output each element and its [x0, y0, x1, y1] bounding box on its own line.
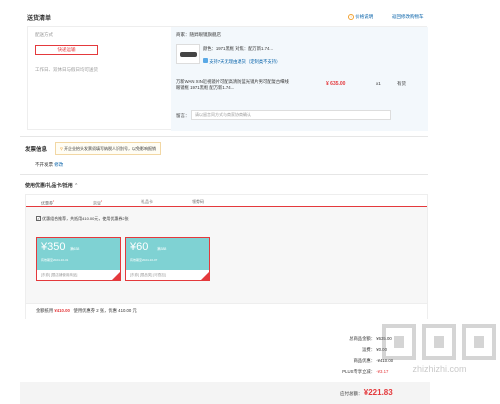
tab-code[interactable]: 领劵码 — [192, 199, 204, 205]
coupon-condition: 满388 — [157, 247, 167, 251]
coupon-amount: ¥60 — [130, 241, 149, 253]
back-cart-link[interactable]: 返回修改购物车 — [392, 14, 424, 20]
chevron-up-icon: ⌃ — [74, 183, 79, 189]
coupon-card[interactable]: ¥350 满638 有效期至2024-10-31 [东券] [限店铺使用商品] — [36, 237, 121, 281]
product-stock: 有货 — [397, 81, 406, 86]
delivery-method-button[interactable]: 快递运输 — [35, 45, 98, 55]
coupon-date: 有效期至2024-10-31 — [41, 258, 69, 262]
discount-panel: 优惠券• 京豆• 礼品卡 领劵码 ✓ 优惠组合推荐，共抵用410.00元，使用优… — [25, 194, 428, 319]
pin-icon: ⚲ — [60, 146, 63, 151]
delivery-method-label: 配送方式 — [35, 32, 53, 37]
coupon-date: 有效期至2024-10-07 — [130, 258, 158, 262]
invoice-title: 发票信息 — [25, 147, 48, 153]
product-price: ¥ 635.00 — [326, 81, 346, 87]
selected-corner-icon — [112, 272, 120, 280]
coupon-card[interactable]: ¥60 满388 有效期至2024-10-07 [东券] [限品类] [可叠加] — [125, 237, 210, 281]
delivery-time: 工作日、双休日与假日均可送货 — [35, 67, 98, 72]
coupon-scope: [东券] [限品类] [可叠加] — [130, 273, 166, 277]
tab-coupon[interactable]: 优惠券• — [41, 199, 54, 206]
product-name[interactable]: 万新WAN XIN近视镜片可配高清防蓝光镜片男可配复古细线眼镜框 1971黑框 … — [176, 79, 291, 91]
remark-label: 留言： — [176, 113, 190, 118]
tab-gift-card[interactable]: 礼品卡 — [141, 199, 153, 205]
product-image[interactable] — [176, 44, 200, 64]
invoice-value: 不开发票 修改 — [35, 162, 64, 167]
invoice-edit-link[interactable]: 修改 — [54, 162, 63, 167]
delivery-title: 送货清单 — [27, 16, 52, 22]
remark-input[interactable]: 请以留言同方式与商家协商确认 — [191, 110, 391, 120]
tab-jingdou[interactable]: 京豆• — [93, 199, 102, 206]
product-spec: 颜色：1971黑框 对焦：配万新1.74... — [203, 46, 273, 51]
combo-checkbox-row[interactable]: ✓ 优惠组合推荐，共抵用410.00元，使用优惠券2张 — [36, 216, 129, 222]
return-icon — [203, 58, 208, 63]
price-note-link[interactable]: ! 价格说明 — [348, 14, 373, 20]
seller-name: 商家：随昇眼镜旗舰店 — [176, 32, 221, 37]
tab-bar — [26, 195, 427, 207]
checkbox[interactable]: ✓ — [36, 216, 41, 221]
product-qty: x1 — [376, 81, 381, 86]
discount-amount: ¥410.00 — [54, 308, 70, 313]
discount-title[interactable]: 使用优惠/礼品卡/抵用 ⌃ — [25, 182, 78, 189]
return-policy: 支持7天无理由退货（定制类不支持） — [203, 58, 280, 65]
divider — [20, 136, 428, 137]
coupon-scope: [东券] [限店铺使用商品] — [41, 273, 78, 277]
watermark-logo: zhizhizhi.com — [382, 322, 497, 382]
coupon-condition: 满638 — [70, 247, 80, 251]
delivery-panel: 配送方式 快递运输 工作日、双休日与假日均可送货 商家：随昇眼镜旗舰店 颜色：1… — [27, 26, 428, 131]
watermark-text: zhizhizhi.com — [412, 364, 467, 374]
selected-corner-icon — [201, 272, 209, 280]
item-panel: 商家：随昇眼镜旗舰店 颜色：1971黑框 对焦：配万新1.74... 支持7天无… — [171, 27, 428, 131]
invoice-notice: ⚲ 开企业抬头发票须填写纳税人识别号，以免影响报销 — [55, 142, 162, 155]
info-icon: ! — [348, 14, 354, 20]
discount-summary: 金额抵用 ¥410.00 使用优惠券 2 张，优惠 410.00 元 — [26, 303, 427, 319]
payable-total: 应付总额： ¥221.83 — [340, 388, 393, 397]
coupon-amount: ¥350 — [41, 241, 66, 253]
divider — [20, 174, 428, 175]
